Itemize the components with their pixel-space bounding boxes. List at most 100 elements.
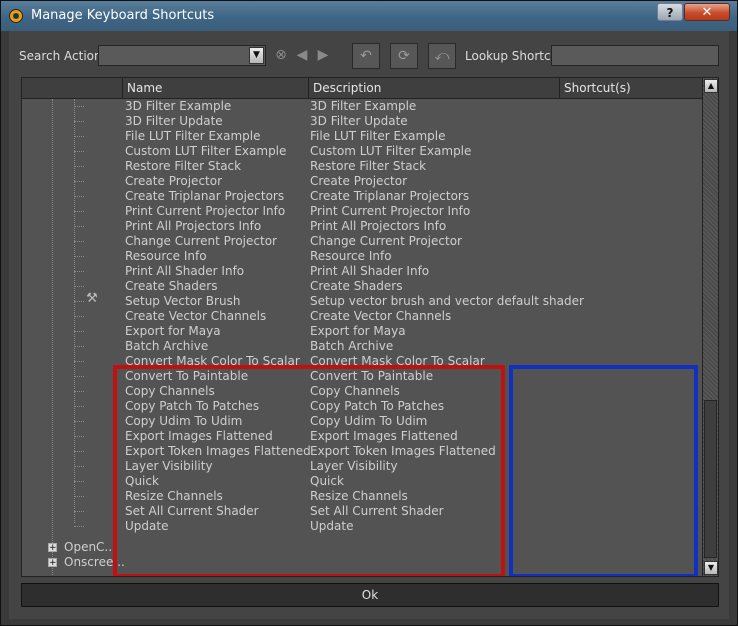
row-description: Setup vector brush and vector default sh… bbox=[310, 294, 584, 308]
column-header-description[interactable]: Description bbox=[308, 78, 559, 98]
row-name: Create Vector Channels bbox=[125, 309, 267, 323]
vertical-scrollbar[interactable]: ▲ ▼ bbox=[702, 78, 718, 576]
tree-branch-line bbox=[74, 436, 84, 437]
table-row[interactable]: Custom LUT Filter Example Custom LUT Filt… bbox=[22, 144, 702, 159]
tree-branch-line bbox=[74, 481, 84, 482]
tree-branch-line bbox=[74, 106, 84, 107]
tree-branch-line bbox=[74, 466, 84, 467]
help-button[interactable]: ? bbox=[657, 3, 683, 21]
tree-branch-line bbox=[74, 241, 84, 242]
tree-branch-line bbox=[74, 346, 84, 347]
tree-group-label[interactable]: OpenC... bbox=[64, 540, 116, 555]
row-name: Create Projector bbox=[125, 174, 223, 188]
expand-icon[interactable]: + bbox=[48, 543, 57, 553]
table-row[interactable]: Create Triplanar Projectors Create Tripla… bbox=[22, 189, 702, 204]
expand-icon[interactable]: + bbox=[48, 558, 57, 568]
row-name: File LUT Filter Example bbox=[125, 129, 261, 143]
revert-button[interactable]: ⤺ bbox=[428, 43, 456, 69]
blue-highlight-box bbox=[509, 365, 698, 576]
vector-brush-icon: ⚒ bbox=[86, 291, 98, 306]
row-description: Restore Filter Stack bbox=[310, 159, 427, 173]
tree-branch-line bbox=[74, 331, 84, 332]
back-arrow-icon[interactable]: ◀ bbox=[294, 47, 310, 63]
tree-branch-line bbox=[74, 316, 84, 317]
tree-branch-line bbox=[74, 376, 84, 377]
row-description: Create Vector Channels bbox=[310, 309, 452, 323]
refresh-button[interactable]: ⟳ bbox=[390, 43, 418, 69]
window-title: Manage Keyboard Shortcuts bbox=[31, 8, 215, 23]
table-row[interactable]: Export for Maya Export for Maya bbox=[22, 324, 702, 339]
search-actions-combo[interactable]: ▼ bbox=[98, 45, 266, 66]
table-row[interactable]: Change Current Projector Change Current P… bbox=[22, 234, 702, 249]
table-row[interactable]: Create Shaders Create Shaders bbox=[22, 279, 702, 294]
row-name: 3D Filter Update bbox=[125, 114, 223, 128]
row-name: Create Shaders bbox=[125, 279, 218, 293]
row-name: Print Current Projector Info bbox=[125, 204, 286, 218]
header-spacer bbox=[22, 78, 122, 98]
refresh-icon: ⟳ bbox=[398, 48, 410, 64]
tree-branch-line bbox=[74, 166, 84, 167]
row-description: Resource Info bbox=[310, 249, 392, 263]
scrollbar-thumb[interactable] bbox=[704, 400, 717, 558]
tree-branch-line bbox=[74, 451, 84, 452]
table-row[interactable]: Print All Projectors Info Print All Proje… bbox=[22, 219, 702, 234]
tree-branch-line bbox=[74, 496, 84, 497]
table-row[interactable]: Create Projector Create Projector bbox=[22, 174, 702, 189]
scroll-down-icon[interactable]: ▼ bbox=[704, 561, 718, 575]
row-name: Change Current Projector bbox=[125, 234, 277, 248]
tree-branch-line bbox=[74, 406, 84, 407]
tree-branch-line bbox=[74, 151, 84, 152]
clear-icon[interactable]: ⊗ bbox=[273, 47, 289, 63]
row-description: Batch Archive bbox=[310, 339, 394, 353]
column-header-name[interactable]: Name bbox=[122, 78, 308, 98]
tree-branch-line bbox=[74, 301, 84, 302]
ok-button[interactable]: Ok bbox=[21, 583, 719, 607]
table-row[interactable]: Create Vector Channels Create Vector Chan… bbox=[22, 309, 702, 324]
table-row[interactable]: Print Current Projector Info Print Curren… bbox=[22, 204, 702, 219]
scroll-up-icon[interactable]: ▲ bbox=[704, 79, 718, 93]
row-name: Print All Shader Info bbox=[125, 264, 245, 278]
lookup-shortcut-input[interactable] bbox=[551, 45, 719, 66]
tree-branch-line bbox=[74, 421, 84, 422]
row-name: Custom LUT Filter Example bbox=[125, 144, 287, 158]
app-logo-icon bbox=[9, 9, 23, 23]
row-description: Print All Projectors Info bbox=[310, 219, 447, 233]
tree-header: Name Description Shortcut(s) bbox=[22, 78, 702, 99]
row-description: File LUT Filter Example bbox=[310, 129, 446, 143]
tree-branch-line bbox=[74, 511, 84, 512]
row-description: Export for Maya bbox=[310, 324, 406, 338]
table-row[interactable]: Batch Archive Batch Archive bbox=[22, 339, 702, 354]
table-row[interactable]: ⚒ Setup Vector Brush Setup vector brush an… bbox=[22, 291, 702, 309]
row-description: Custom LUT Filter Example bbox=[310, 144, 472, 158]
title-bar[interactable]: Manage Keyboard Shortcuts ? ✕ bbox=[1, 1, 737, 31]
row-description: 3D Filter Example bbox=[310, 99, 417, 113]
row-name: Batch Archive bbox=[125, 339, 209, 353]
red-highlight-box bbox=[113, 365, 505, 576]
row-name: 3D Filter Example bbox=[125, 99, 232, 113]
undo-button[interactable]: ↶ bbox=[352, 43, 380, 69]
table-row[interactable]: Print All Shader Info Print All Shader In… bbox=[22, 264, 702, 279]
tree-branch-line bbox=[74, 361, 84, 362]
tree-branch-line bbox=[74, 286, 84, 287]
undo-icon: ↶ bbox=[360, 48, 372, 64]
table-row[interactable]: Resource Info Resource Info bbox=[22, 249, 702, 264]
row-description: Create Shaders bbox=[310, 279, 403, 293]
table-row[interactable]: 3D Filter Example 3D Filter Example bbox=[22, 99, 702, 114]
close-button[interactable]: ✕ bbox=[684, 3, 730, 21]
row-description: Create Triplanar Projectors bbox=[310, 189, 470, 203]
toolbar: Search Actions ▼ ⊗ ◀ ▶ ↶ ⟳ ⤺ Lookup Shor… bbox=[9, 31, 729, 81]
forward-arrow-icon[interactable]: ▶ bbox=[315, 47, 331, 63]
tree-branch-line bbox=[74, 271, 84, 272]
tree-branch-line bbox=[74, 526, 84, 527]
row-description: Change Current Projector bbox=[310, 234, 462, 248]
column-header-shortcuts[interactable]: Shortcut(s) bbox=[559, 78, 702, 98]
tree-branch-line bbox=[74, 121, 84, 122]
table-row[interactable]: File LUT Filter Example File LUT Filter E… bbox=[22, 129, 702, 144]
row-description: 3D Filter Update bbox=[310, 114, 408, 128]
lookup-shortcut-label: Lookup Shortcut bbox=[465, 49, 563, 63]
table-row[interactable]: Restore Filter Stack Restore Filter Stack bbox=[22, 159, 702, 174]
chevron-down-icon[interactable]: ▼ bbox=[249, 47, 264, 64]
tree-branch-line bbox=[74, 226, 84, 227]
dialog-body: Search Actions ▼ ⊗ ◀ ▶ ↶ ⟳ ⤺ Lookup Shor… bbox=[9, 31, 729, 619]
table-row[interactable]: 3D Filter Update 3D Filter Update bbox=[22, 114, 702, 129]
